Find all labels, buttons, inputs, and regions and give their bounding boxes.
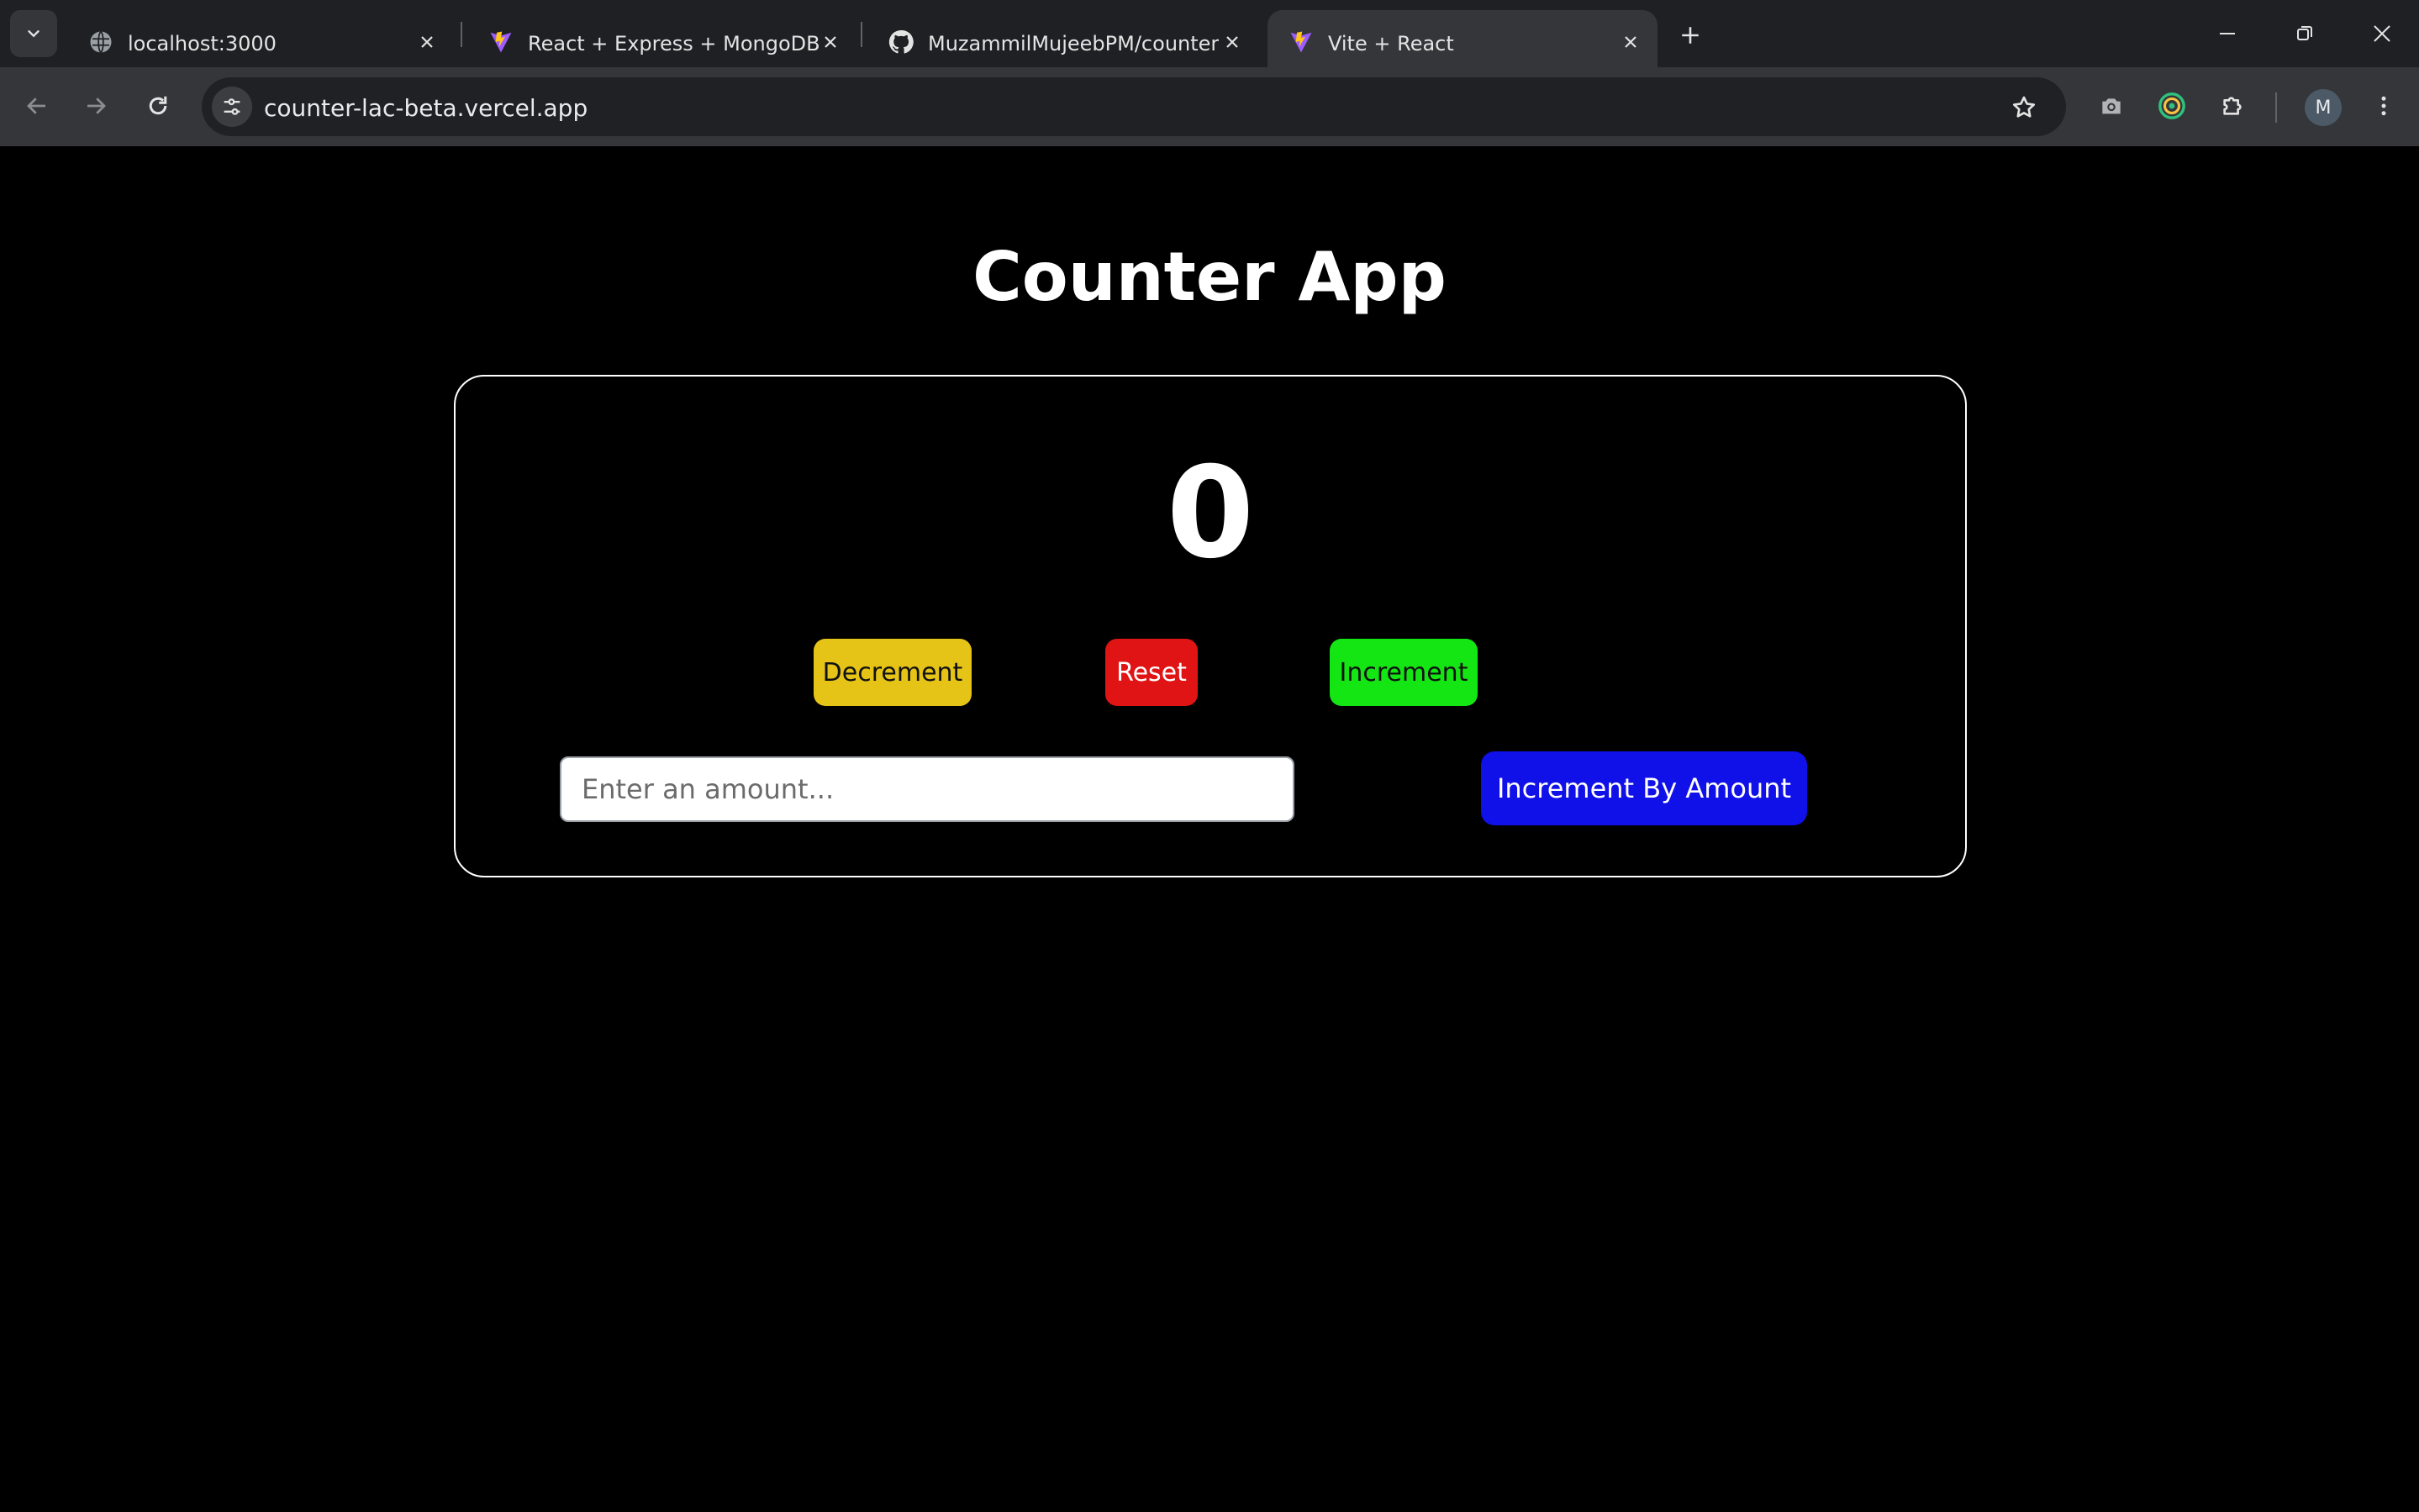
- plus-icon: [1682, 27, 1699, 44]
- tab-title: Vite + React: [1328, 32, 1454, 55]
- site-info-button[interactable]: [212, 87, 252, 127]
- decrement-button[interactable]: Decrement: [814, 639, 972, 706]
- close-icon: [2374, 25, 2390, 42]
- extensions-button[interactable]: [2212, 86, 2253, 126]
- close-tab-icon[interactable]: [415, 30, 439, 54]
- target-icon: [2158, 92, 2185, 119]
- page-title: Counter App: [972, 238, 1447, 316]
- arrow-right-icon: [87, 97, 106, 114]
- tab-react-express-mongodb[interactable]: React + Express + MongoDB: [467, 10, 854, 67]
- minimize-button[interactable]: [2202, 12, 2253, 55]
- bookmark-button[interactable]: [2007, 91, 2041, 124]
- amount-input[interactable]: [560, 756, 1294, 822]
- reload-button[interactable]: [138, 86, 178, 126]
- tab-localhost[interactable]: localhost:3000: [67, 10, 454, 67]
- tune-icon: [224, 98, 240, 115]
- increment-button[interactable]: Increment: [1330, 639, 1478, 706]
- close-tab-icon[interactable]: [819, 30, 842, 54]
- globe-icon: [87, 29, 114, 55]
- reload-icon: [149, 96, 167, 115]
- close-tab-icon[interactable]: [1220, 30, 1244, 54]
- tab-vite-react[interactable]: Vite + React: [1267, 10, 1657, 67]
- new-tab-button[interactable]: [1669, 18, 1711, 52]
- tab-strip: localhost:3000 React + Express + MongoDB…: [0, 0, 2419, 67]
- profile-avatar[interactable]: M: [2305, 89, 2342, 126]
- tab-separator: [861, 22, 862, 47]
- grammarly-extension-button[interactable]: [2152, 86, 2192, 126]
- puzzle-icon: [2223, 97, 2242, 115]
- restore-button[interactable]: [2279, 12, 2330, 55]
- page-viewport: Counter App 0 Decrement Reset Increment …: [0, 146, 2419, 1512]
- counter-value: 0: [1166, 440, 1255, 587]
- counter-card: 0 Decrement Reset Increment Increment By…: [454, 375, 1967, 877]
- url-text: counter-lac-beta.vercel.app: [264, 94, 588, 122]
- back-button[interactable]: [17, 86, 57, 126]
- address-bar[interactable]: counter-lac-beta.vercel.app: [202, 77, 2066, 136]
- reset-button[interactable]: Reset: [1105, 639, 1198, 706]
- close-tab-icon[interactable]: [1619, 30, 1642, 54]
- menu-button[interactable]: [2364, 86, 2404, 126]
- tab-title: React + Express + MongoDB: [528, 32, 820, 55]
- close-window-button[interactable]: [2357, 12, 2407, 55]
- tab-github-counter[interactable]: MuzammilMujeebPM/counter: [867, 10, 1267, 67]
- tab-title: localhost:3000: [128, 32, 277, 55]
- camera-icon: [2102, 98, 2121, 114]
- forward-button[interactable]: [76, 86, 116, 126]
- browser-toolbar: counter-lac-beta.vercel.app: [0, 67, 2419, 146]
- minimize-icon: [2220, 33, 2235, 34]
- star-icon: [2012, 96, 2036, 118]
- tab-title: MuzammilMujeebPM/counter: [928, 32, 1220, 55]
- vite-icon: [1288, 29, 1315, 55]
- arrow-left-icon: [27, 97, 45, 114]
- restore-icon: [2297, 26, 2312, 40]
- screenshot-extension-button[interactable]: [2091, 86, 2132, 126]
- kebab-menu-icon: [2381, 96, 2386, 116]
- increment-by-amount-button[interactable]: Increment By Amount: [1481, 751, 1807, 825]
- tab-search-button[interactable]: [10, 10, 57, 57]
- tab-separator: [461, 22, 462, 47]
- github-icon: [888, 29, 914, 55]
- chevron-down-icon: [28, 30, 40, 38]
- vite-icon: [487, 29, 514, 55]
- toolbar-divider: [2275, 92, 2277, 123]
